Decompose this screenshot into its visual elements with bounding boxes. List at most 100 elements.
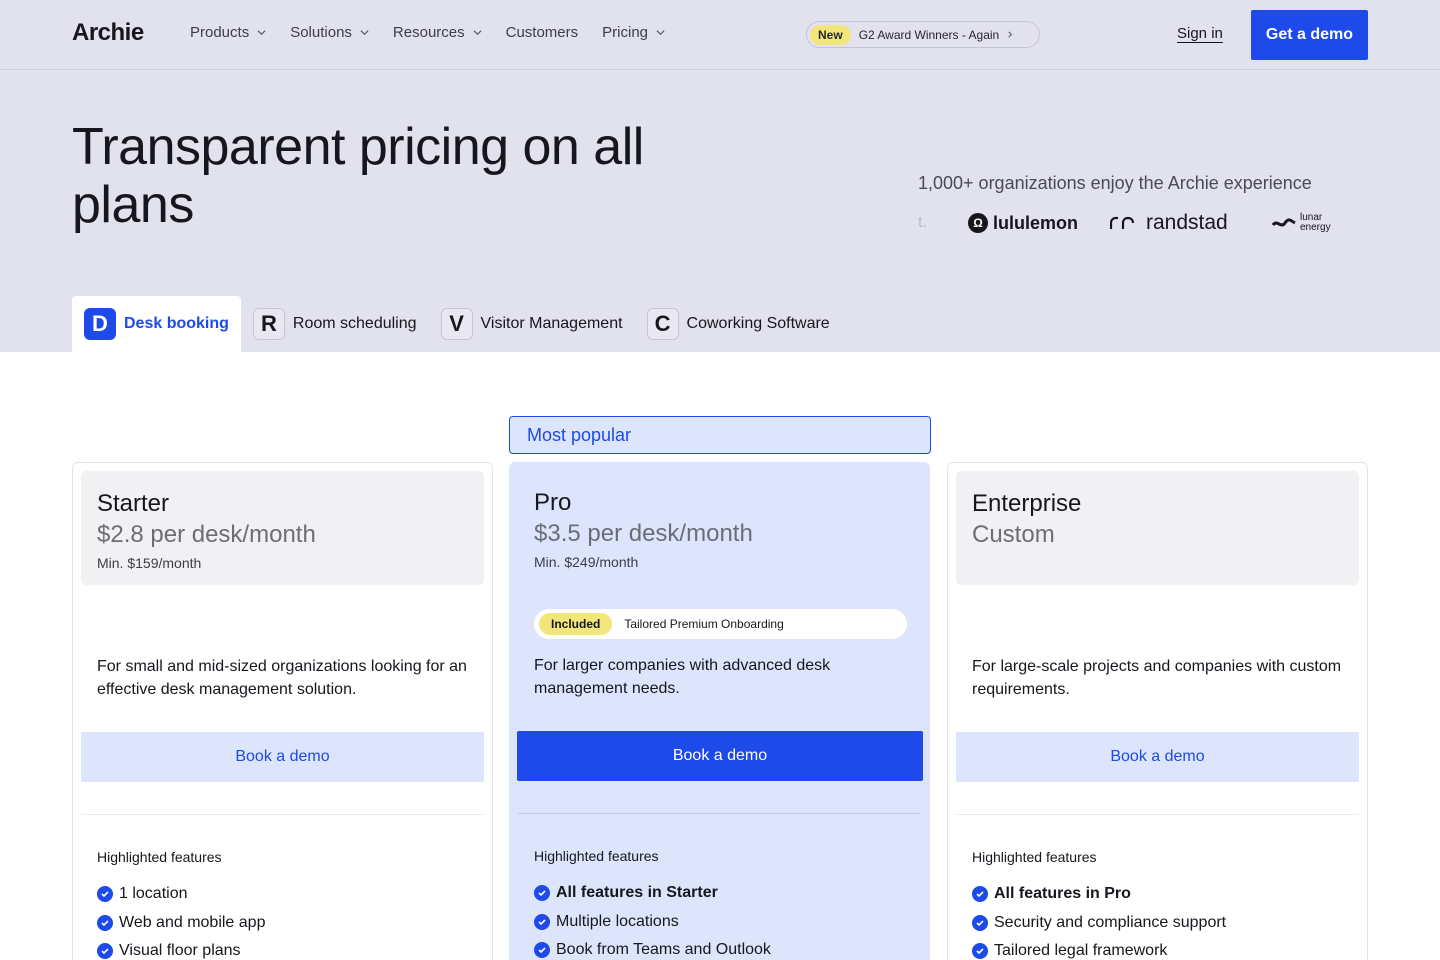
feature-item: Security and compliance support	[972, 909, 1226, 938]
nav-pricing[interactable]: Pricing	[602, 24, 665, 41]
book-demo-button[interactable]: Book a demo	[81, 732, 484, 782]
tab-label: Desk booking	[124, 315, 229, 332]
included-onboarding-pill: Included Tailored Premium Onboarding	[534, 609, 907, 639]
nav-solutions-label: Solutions	[290, 24, 352, 41]
feature-label: Tailored legal framework	[994, 942, 1168, 960]
feature-label: Multiple locations	[556, 912, 679, 930]
tab-label: Visitor Management	[480, 315, 623, 332]
tab-label: Coworking Software	[686, 315, 830, 332]
plan-card-pro: Pro $3.5 per desk/month Min. $249/month …	[509, 462, 930, 960]
feature-label: Security and compliance support	[994, 913, 1227, 931]
check-circle-icon	[972, 943, 988, 960]
plan-card-starter: Starter $2.8 per desk/month Min. $159/mo…	[72, 462, 493, 960]
lululemon-wordmark: lululemon	[993, 212, 1078, 233]
lunar-energy-mark-icon	[1272, 218, 1296, 227]
page-title: Transparent pricing on all plans	[72, 118, 644, 234]
get-a-demo-button[interactable]: Get a demo	[1251, 10, 1368, 60]
price-box: Starter $2.8 per desk/month Min. $159/mo…	[81, 471, 484, 585]
included-badge: Included	[539, 613, 613, 635]
divider	[81, 814, 484, 815]
book-demo-button[interactable]: Book a demo	[956, 732, 1359, 782]
chevron-down-icon	[656, 30, 665, 36]
coworking-software-icon: C	[646, 308, 679, 340]
chevron-right-icon	[1008, 31, 1013, 38]
most-popular-banner: Most popular	[509, 416, 931, 454]
plan-price: Custom	[972, 521, 1055, 548]
plan-name: Pro	[534, 489, 572, 516]
lululemon-logo: Ω lululemon	[968, 213, 1110, 234]
feature-item: 1 location	[97, 880, 265, 909]
new-badge: New	[810, 24, 851, 45]
included-text: Tailored Premium Onboarding	[624, 617, 784, 631]
plan-card-enterprise: Enterprise Custom For large-scale projec…	[947, 462, 1368, 960]
feature-item: Visual floor plans	[97, 937, 265, 960]
plan-description: For large-scale projects and companies w…	[972, 658, 1342, 698]
feature-label: Book from Teams and Outlook	[556, 941, 771, 959]
nav-products-label: Products	[190, 24, 250, 41]
tab-label: Room scheduling	[292, 315, 417, 332]
feature-item: Book from Teams and Outlook	[534, 936, 771, 960]
partial-logo: t.	[918, 214, 927, 231]
top-navigation-bar: Archie Products Solutions Resources Cust…	[0, 0, 1440, 70]
price-box: Pro $3.5 per desk/month Min. $249/month	[518, 470, 921, 584]
trust-text: 1,000+ organizations enjoy the Archie ex…	[918, 173, 1312, 193]
plan-name: Starter	[97, 490, 170, 517]
feature-label: Visual floor plans	[119, 942, 241, 960]
tab-visitor-management[interactable]: V Visitor Management	[429, 296, 635, 352]
feature-list: All features in Starter Multiple locatio…	[534, 879, 771, 960]
nav-solutions[interactable]: Solutions	[290, 24, 369, 41]
desk-booking-icon: D	[84, 308, 116, 340]
check-circle-icon	[534, 913, 550, 930]
nav-resources-label: Resources	[392, 24, 465, 41]
announcement-pill[interactable]: New G2 Award Winners - Again	[806, 21, 1040, 48]
tab-room-scheduling[interactable]: R Room scheduling	[241, 296, 429, 352]
book-demo-button[interactable]: Book a demo	[517, 731, 923, 781]
check-circle-icon	[97, 943, 113, 960]
check-circle-icon	[97, 886, 113, 903]
nav-customers[interactable]: Customers	[506, 24, 579, 41]
feature-label: All features in Pro	[994, 885, 1131, 903]
chevron-down-icon	[360, 30, 369, 36]
divider	[518, 813, 921, 814]
randstad-mark-icon	[1110, 216, 1135, 229]
feature-label: 1 location	[119, 885, 188, 903]
plan-description: For small and mid-sized organizations lo…	[97, 658, 467, 698]
announcement-text: G2 Award Winners - Again	[858, 27, 1000, 42]
feature-item: All features in Starter	[534, 879, 771, 908]
plan-price: $3.5 per desk/month	[534, 520, 753, 547]
feature-item: Web and mobile app	[97, 909, 265, 938]
feature-label: Web and mobile app	[119, 913, 266, 931]
feature-label: All features in Starter	[556, 884, 718, 902]
divider	[956, 814, 1359, 815]
visitor-management-icon: V	[440, 308, 473, 340]
randstad-wordmark: randstad	[1146, 211, 1228, 234]
chevron-down-icon	[257, 30, 266, 36]
tab-desk-booking[interactable]: D Desk booking	[72, 296, 241, 352]
chevron-down-icon	[473, 30, 482, 36]
lululemon-mark-icon: Ω	[968, 213, 988, 233]
check-circle-icon	[534, 885, 550, 902]
sign-in-link[interactable]: Sign in	[1177, 25, 1223, 42]
check-circle-icon	[97, 914, 113, 931]
price-box: Enterprise Custom	[956, 471, 1359, 585]
plan-price: $2.8 per desk/month	[97, 521, 316, 548]
randstad-logo: randstad	[1110, 211, 1272, 235]
plan-minimum: Min. $159/month	[97, 555, 202, 571]
hero-section: Transparent pricing on all plans 1,000+ …	[0, 70, 1440, 352]
customer-logos: t. Ω lululemon randstad lunar energy	[918, 208, 1348, 238]
lunar-energy-line2: energy	[1300, 222, 1331, 233]
archie-logo[interactable]: Archie	[72, 19, 144, 47]
plan-name: Enterprise	[972, 490, 1082, 517]
lunar-energy-wordmark: lunar energy	[1300, 213, 1331, 233]
product-tabs: D Desk booking R Room scheduling V Visit…	[72, 296, 842, 352]
plan-description: For larger companies with advanced desk …	[534, 657, 831, 697]
nav-products[interactable]: Products	[190, 24, 266, 41]
check-circle-icon	[972, 914, 988, 931]
check-circle-icon	[972, 886, 988, 903]
room-scheduling-icon: R	[252, 308, 285, 340]
tab-coworking-software[interactable]: C Coworking Software	[635, 296, 842, 352]
plan-minimum: Min. $249/month	[534, 554, 639, 570]
nav-resources[interactable]: Resources	[393, 24, 482, 41]
feature-item: Tailored legal framework	[972, 937, 1226, 960]
features-heading: Highlighted features	[97, 849, 222, 865]
